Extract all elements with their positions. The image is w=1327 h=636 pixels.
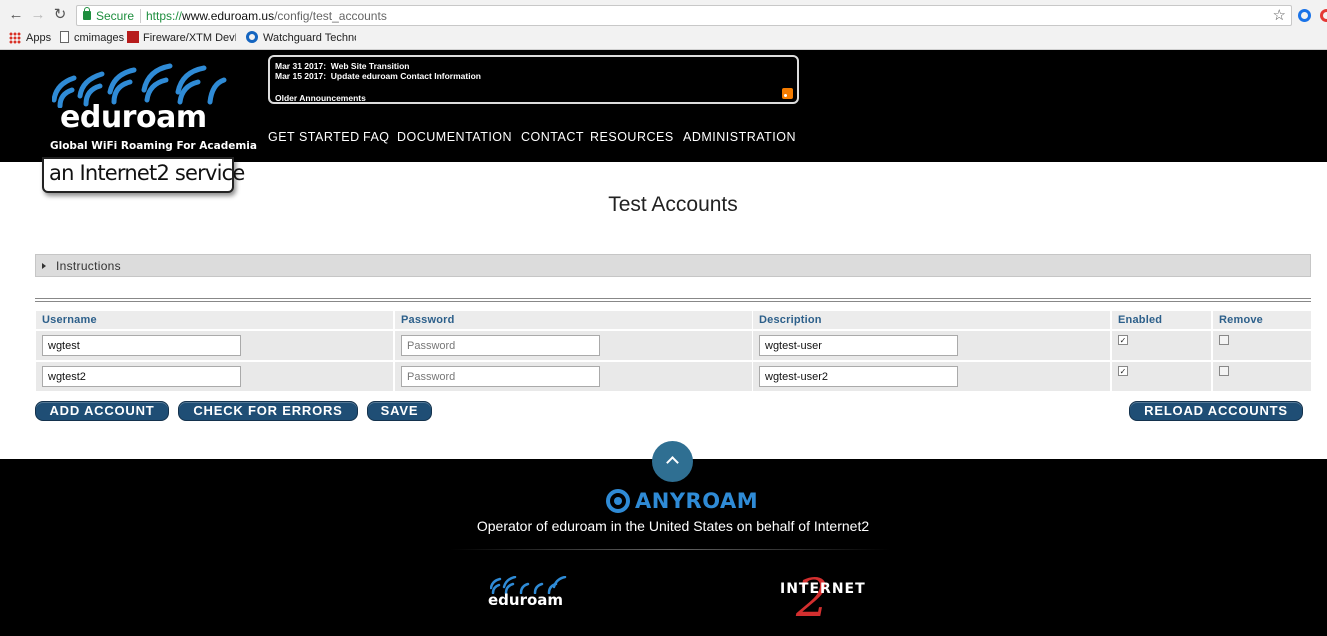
nav-administration[interactable]: ADMINISTRATION bbox=[683, 130, 796, 144]
footer-divider bbox=[450, 549, 890, 550]
page-title: Test Accounts bbox=[608, 193, 738, 216]
description-input[interactable] bbox=[759, 366, 958, 387]
opera-extension-icon[interactable] bbox=[1320, 9, 1327, 22]
bookmark-watchguard[interactable]: Watchguard Technolo bbox=[263, 31, 356, 45]
instructions-label: Instructions bbox=[56, 259, 121, 273]
col-enabled: Enabled bbox=[1118, 314, 1163, 326]
apps-grid-icon[interactable] bbox=[9, 32, 21, 44]
announcement-item[interactable]: Mar 15 2017: Update eduroam Contact Info… bbox=[275, 71, 481, 81]
address-bar[interactable]: Secure https://www.eduroam.us/config/tes… bbox=[76, 5, 1292, 26]
site-footer bbox=[0, 459, 1327, 636]
description-cell bbox=[753, 331, 1110, 360]
table-row: ✓ bbox=[36, 362, 1311, 391]
description-cell bbox=[753, 362, 1110, 391]
header-cell: Remove bbox=[1213, 311, 1311, 329]
bookmark-star-icon[interactable]: ☆ bbox=[1273, 6, 1286, 24]
logo-tagline: Global WiFi Roaming For Academia bbox=[50, 140, 257, 152]
browser-chrome: ← → ↻ Secure https://www.eduroam.us/conf… bbox=[0, 0, 1327, 50]
secure-label: Secure bbox=[96, 9, 135, 23]
anyroam-icon bbox=[606, 489, 630, 513]
rss-icon[interactable] bbox=[782, 88, 793, 99]
internet2-badge: an Internet2 service bbox=[42, 157, 245, 193]
reload-icon[interactable]: ↻ bbox=[50, 5, 70, 25]
announcement-text: Update eduroam Contact Information bbox=[330, 71, 481, 81]
remove-checkbox[interactable] bbox=[1219, 335, 1229, 345]
check-for-errors-button[interactable]: CHECK FOR ERRORS bbox=[178, 401, 358, 421]
reload-accounts-button[interactable]: RELOAD ACCOUNTS bbox=[1129, 401, 1303, 421]
footer-eduroam-logo[interactable]: eduroam bbox=[488, 591, 563, 609]
enabled-checkbox[interactable]: ✓ bbox=[1118, 366, 1128, 376]
extension-icon[interactable] bbox=[1298, 9, 1311, 22]
header-cell: Password bbox=[395, 311, 752, 329]
bookmark-fireware[interactable]: Fireware/XTM DevKey bbox=[143, 31, 236, 45]
instructions-accordion[interactable]: Instructions bbox=[35, 254, 1311, 277]
col-description: Description bbox=[759, 314, 822, 326]
section-divider bbox=[35, 298, 1311, 302]
header-cell: Username bbox=[36, 311, 393, 329]
back-arrow-icon[interactable]: ← bbox=[6, 5, 26, 25]
url-host: www.eduroam.us bbox=[182, 9, 275, 23]
eduroam-logo[interactable]: eduroam Global WiFi Roaming For Academia… bbox=[42, 54, 257, 194]
url-scheme: https:// bbox=[146, 9, 183, 23]
older-announcements-link[interactable]: Older Announcements bbox=[275, 93, 366, 103]
logo-wordmark: eduroam bbox=[60, 100, 207, 135]
operator-text: Operator of eduroam in the United States… bbox=[476, 518, 870, 534]
url-text: https://www.eduroam.us/config/test_accou… bbox=[146, 9, 387, 23]
col-password: Password bbox=[401, 314, 455, 326]
watchguard-icon bbox=[246, 31, 258, 43]
save-button[interactable]: SAVE bbox=[367, 401, 432, 421]
announcement-item[interactable]: Mar 31 2017: Web Site Transition bbox=[275, 61, 410, 71]
forward-arrow-icon[interactable]: → bbox=[28, 5, 48, 25]
announcement-date: Mar 15 2017: bbox=[275, 71, 327, 81]
enabled-cell: ✓ bbox=[1112, 331, 1211, 360]
col-remove: Remove bbox=[1219, 314, 1263, 326]
header-cell: Description bbox=[753, 311, 1110, 329]
password-input[interactable] bbox=[401, 335, 600, 356]
nav-faq[interactable]: FAQ bbox=[363, 130, 390, 144]
announcements-box: Mar 31 2017: Web Site Transition Mar 15 … bbox=[268, 55, 799, 104]
header-cell: Enabled bbox=[1112, 311, 1211, 329]
enabled-checkbox[interactable]: ✓ bbox=[1118, 335, 1128, 345]
fireware-icon bbox=[127, 31, 139, 43]
add-account-button[interactable]: ADD ACCOUNT bbox=[35, 401, 169, 421]
password-cell bbox=[395, 331, 752, 360]
announcement-date: Mar 31 2017: bbox=[275, 61, 327, 71]
nav-get-started[interactable]: GET STARTED bbox=[268, 130, 360, 144]
username-cell bbox=[36, 362, 393, 391]
scroll-to-top-button[interactable] bbox=[652, 441, 693, 482]
announcement-text: Web Site Transition bbox=[330, 61, 410, 71]
bookmark-apps[interactable]: Apps bbox=[26, 31, 51, 45]
bookmark-cmimages[interactable]: cmimages bbox=[74, 31, 124, 45]
nav-contact[interactable]: CONTACT bbox=[521, 130, 584, 144]
password-cell bbox=[395, 362, 752, 391]
remove-cell bbox=[1213, 362, 1311, 391]
address-separator bbox=[140, 9, 141, 23]
username-input[interactable] bbox=[42, 335, 241, 356]
remove-cell bbox=[1213, 331, 1311, 360]
lock-icon bbox=[83, 7, 91, 20]
username-input[interactable] bbox=[42, 366, 241, 387]
nav-resources[interactable]: RESOURCES bbox=[590, 130, 674, 144]
password-input[interactable] bbox=[401, 366, 600, 387]
username-cell bbox=[36, 331, 393, 360]
col-username: Username bbox=[42, 314, 97, 326]
page-icon bbox=[60, 31, 69, 43]
table-header-row: Username Password Description Enabled Re… bbox=[36, 311, 1311, 329]
anyroam-wordmark: ANYROAM bbox=[635, 489, 759, 513]
footer-internet2-logo[interactable]: INTERNET bbox=[780, 581, 866, 597]
nav-documentation[interactable]: DOCUMENTATION bbox=[397, 130, 512, 144]
description-input[interactable] bbox=[759, 335, 958, 356]
internet2-badge-text: an Internet2 service bbox=[49, 161, 245, 185]
enabled-cell: ✓ bbox=[1112, 362, 1211, 391]
expand-arrow-icon bbox=[42, 263, 46, 269]
table-row: ✓ bbox=[36, 331, 1311, 360]
url-path: /config/test_accounts bbox=[274, 9, 387, 23]
remove-checkbox[interactable] bbox=[1219, 366, 1229, 376]
